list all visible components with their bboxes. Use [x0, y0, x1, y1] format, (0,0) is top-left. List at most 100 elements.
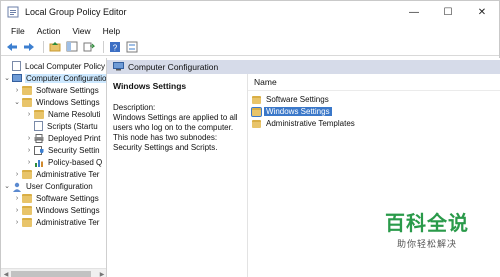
watermark-sub-text: 助你轻松解决 [396, 240, 457, 250]
column-header-name[interactable]: Name [248, 74, 500, 91]
forward-arrow-icon[interactable] [22, 40, 36, 54]
chevron-down-icon[interactable]: ⌄ [13, 96, 21, 108]
list-item-label: Windows Settings [264, 107, 332, 116]
maximize-button[interactable]: ☐ [431, 1, 465, 23]
chevron-right-icon[interactable]: › [13, 204, 21, 216]
folder-icon [22, 169, 32, 179]
list-item-administrative-templates[interactable]: Administrative Templates [252, 118, 357, 129]
details-header: Computer Configuration [107, 60, 500, 74]
menu-view[interactable]: View [66, 26, 96, 36]
tree-item-label: Software Settings [36, 193, 99, 203]
printer-icon [34, 133, 44, 143]
export-list-icon[interactable] [82, 40, 96, 54]
show-hide-tree-icon[interactable] [65, 40, 79, 54]
list-item-label: Software Settings [266, 95, 329, 104]
menu-action[interactable]: Action [31, 26, 67, 36]
chevron-right-icon[interactable]: › [25, 156, 33, 168]
script-icon [34, 121, 43, 131]
scroll-right-icon[interactable]: ▶ [97, 269, 106, 277]
expander [25, 120, 33, 132]
tree-item-label: Software Settings [36, 85, 99, 95]
chart-icon [34, 158, 44, 167]
back-arrow-icon[interactable] [5, 40, 19, 54]
watermark-main-text: 百科全说 [385, 211, 469, 235]
tree-item-name-resolution[interactable]: › Name Resoluti [25, 108, 101, 120]
tree-item-label: Windows Settings [36, 97, 100, 107]
tree-item-label: Scripts (Startu [47, 121, 98, 131]
tree-item-computer-configuration[interactable]: ⌄ Computer Configuratio [3, 72, 107, 84]
folder-icon [34, 109, 44, 119]
tree-item-label: Local Computer Policy [25, 61, 106, 71]
list-item-windows-settings[interactable]: Windows Settings [251, 106, 332, 117]
folder-icon [22, 193, 32, 203]
menu-help[interactable]: Help [97, 26, 126, 36]
computer-config-icon [113, 61, 124, 73]
details-header-title: Computer Configuration [128, 62, 219, 72]
tree-item-local-computer-policy[interactable]: Local Computer Policy [3, 60, 106, 72]
tree-item-user-administrative-templates[interactable]: › Administrative Ter [13, 216, 100, 228]
chevron-right-icon[interactable]: › [13, 192, 21, 204]
tree-item-security-settings[interactable]: › Security Settin [25, 144, 101, 156]
tree-item-deployed-printers[interactable]: › Deployed Print [25, 132, 101, 144]
description-title: Windows Settings [113, 81, 187, 91]
tree-item-windows-settings[interactable]: ⌄ Windows Settings [13, 96, 101, 108]
computer-icon [12, 74, 22, 82]
folder-up-icon[interactable] [48, 40, 62, 54]
menu-file[interactable]: File [5, 26, 31, 36]
folder-icon [22, 97, 32, 107]
chevron-right-icon[interactable]: › [25, 144, 33, 156]
chevron-right-icon[interactable]: › [13, 84, 21, 96]
tree-item-label: Administrative Ter [36, 217, 100, 227]
tree-item-policy-based-qos[interactable]: › Policy-based Q [25, 156, 103, 168]
folder-icon [22, 217, 32, 227]
folder-icon [251, 106, 262, 117]
tree-pane: Local Computer Policy ⌄ Computer Configu… [1, 58, 107, 277]
tree-item-scripts[interactable]: Scripts (Startu [25, 120, 99, 132]
folder-icon [22, 85, 32, 95]
tree-item-software-settings[interactable]: › Software Settings [13, 84, 100, 96]
scroll-left-icon[interactable]: ◀ [1, 269, 11, 277]
tree-item-label: Windows Settings [36, 205, 100, 215]
group-policy-app-icon [7, 6, 19, 18]
tree-item-user-configuration[interactable]: ⌄ User Configuration [3, 180, 94, 192]
description-body: Windows Settings are applied to all user… [113, 113, 238, 152]
tree-item-label: Administrative Ter [36, 169, 100, 179]
window-controls: — ☐ ✕ [397, 1, 499, 23]
folder-icon [252, 95, 261, 104]
chevron-right-icon[interactable]: › [13, 216, 21, 228]
user-icon [12, 182, 22, 192]
folder-icon [252, 119, 261, 128]
description-heading: Description: [113, 103, 156, 112]
window-title: Local Group Policy Editor [25, 7, 127, 17]
list-item-software-settings[interactable]: Software Settings [252, 94, 331, 105]
folder-icon [22, 205, 32, 215]
tree-horizontal-scrollbar[interactable]: ◀ ▶ [1, 268, 106, 277]
tree-item-user-windows-settings[interactable]: › Windows Settings [13, 204, 101, 216]
app-window: Local Group Policy Editor — ☐ ✕ File Act… [0, 0, 500, 277]
document-icon [12, 61, 21, 71]
title-bar: Local Group Policy Editor — ☐ ✕ [1, 1, 499, 23]
close-button[interactable]: ✕ [465, 1, 499, 23]
tree-item-label: Computer Configuratio [25, 73, 107, 83]
chevron-down-icon[interactable]: ⌄ [3, 72, 11, 84]
chevron-down-icon[interactable]: ⌄ [3, 180, 11, 192]
scroll-thumb[interactable] [11, 271, 91, 277]
tree-item-label: Name Resoluti [48, 109, 101, 119]
description-panel: Windows Settings Description: Windows Se… [107, 74, 247, 277]
security-icon [34, 145, 44, 155]
tree-item-user-software-settings[interactable]: › Software Settings [13, 192, 100, 204]
expander [3, 60, 11, 72]
properties-icon[interactable] [125, 40, 139, 54]
help-icon[interactable]: ? [108, 40, 122, 54]
tree-item-label: User Configuration [26, 181, 93, 191]
chevron-right-icon[interactable]: › [13, 168, 21, 180]
chevron-right-icon[interactable]: › [25, 108, 33, 120]
tree-item-administrative-templates[interactable]: › Administrative Ter [13, 168, 100, 180]
list-item-label: Administrative Templates [266, 119, 355, 128]
toolbar: ? [1, 38, 499, 56]
chevron-right-icon[interactable]: › [25, 132, 33, 144]
minimize-button[interactable]: — [397, 1, 431, 23]
toolbar-separator [43, 40, 44, 53]
tree-item-label: Deployed Print [48, 133, 101, 143]
toolbar-separator [103, 40, 104, 53]
